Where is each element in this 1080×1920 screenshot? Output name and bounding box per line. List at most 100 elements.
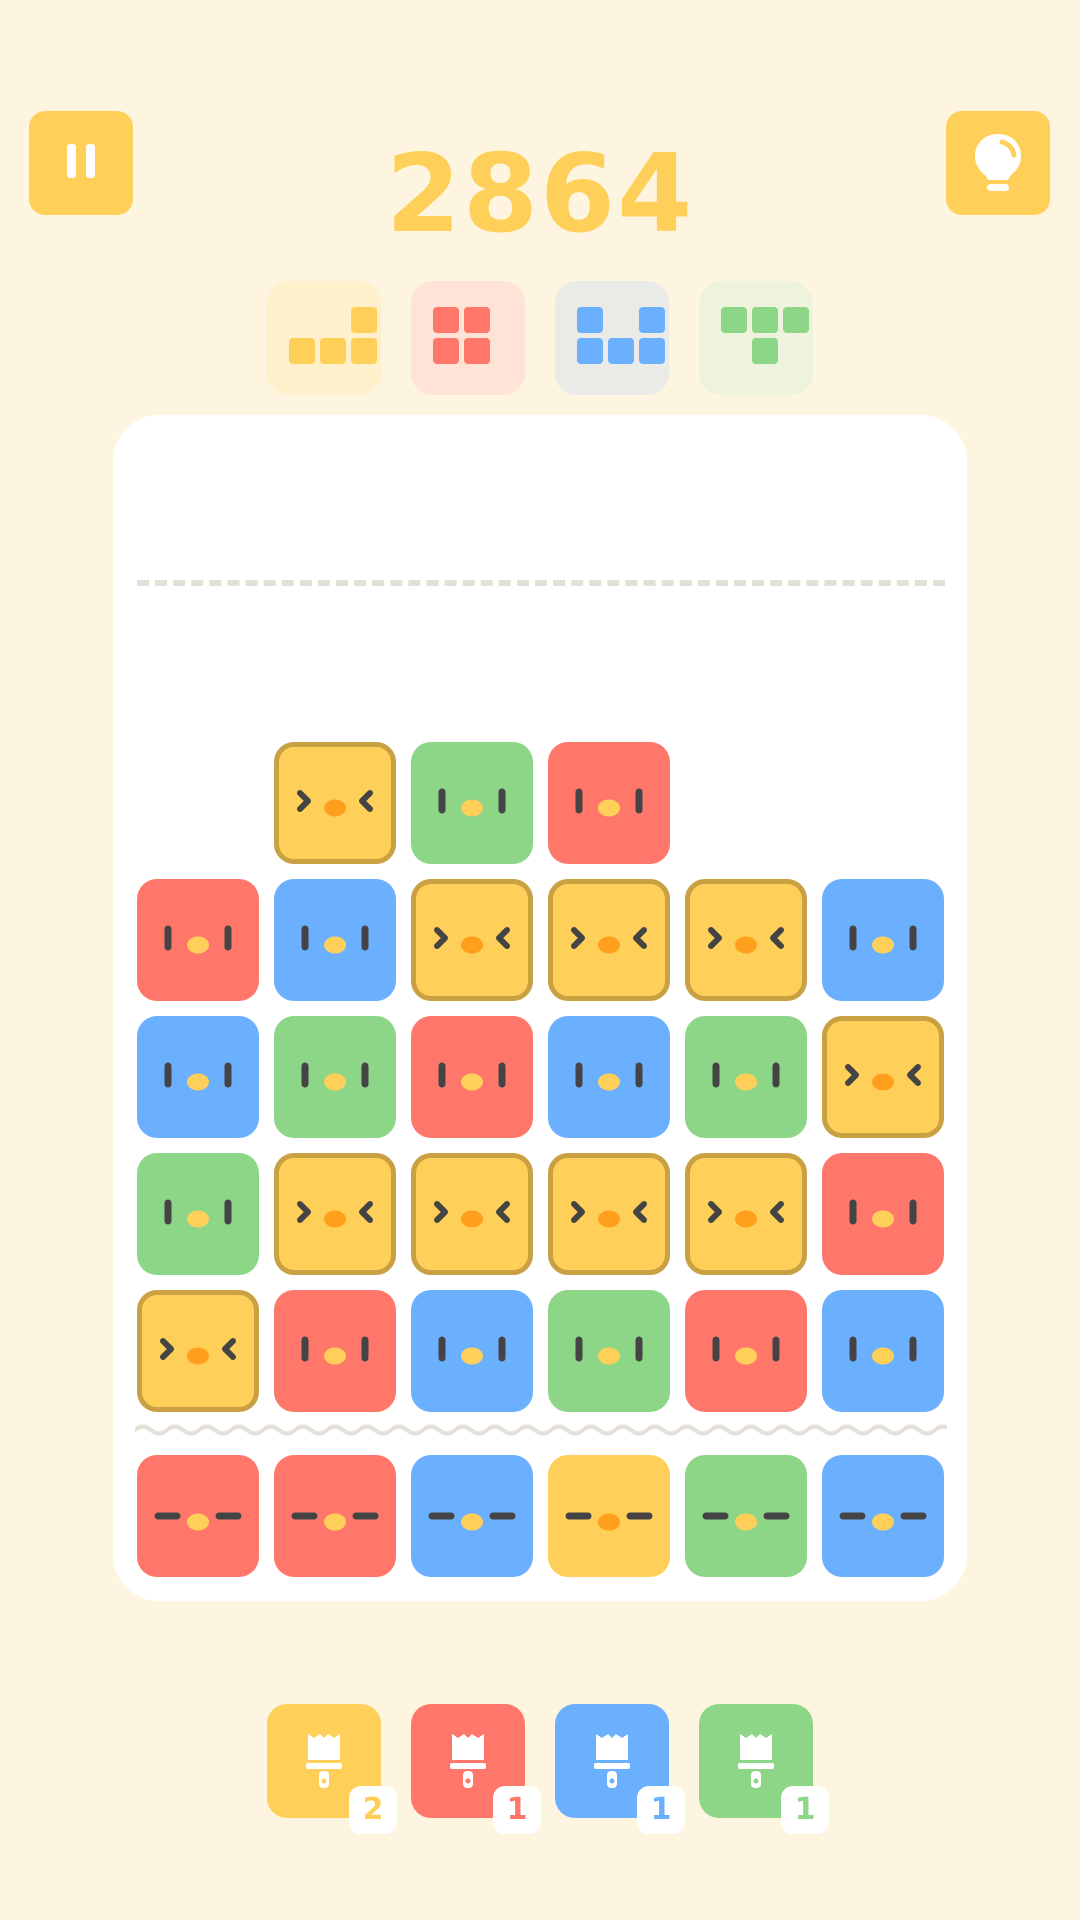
- block-green[interactable]: [274, 1016, 396, 1138]
- goal-piece-cell: [639, 338, 665, 364]
- goal-yellow-piece: [267, 281, 381, 395]
- paintbrush-icon: [450, 1734, 486, 1788]
- happy-face: [845, 1064, 921, 1091]
- block-green[interactable]: [137, 1153, 259, 1275]
- neutral-face: [164, 1062, 232, 1091]
- block-blue[interactable]: [137, 1016, 259, 1138]
- neutral-face: [438, 788, 506, 817]
- happy-face: [571, 1201, 647, 1228]
- brush-count-badge: 1: [781, 1786, 829, 1834]
- goal-piece-cell: [752, 338, 778, 364]
- score: 2864: [385, 132, 695, 257]
- goal-piece-cell: [289, 338, 315, 364]
- goal-piece-cell: [721, 307, 747, 333]
- neutral-face: [849, 1336, 917, 1365]
- goal-blue-piece: [555, 281, 669, 395]
- lightbulb-icon: [975, 134, 1021, 191]
- next-block-yellow: [548, 1455, 670, 1577]
- block-yellow[interactable]: [685, 1153, 807, 1275]
- goal-piece-cell: [433, 307, 459, 333]
- goal-piece-cell: [783, 307, 809, 333]
- neutral-face: [575, 1062, 643, 1091]
- neutral-face: [712, 1336, 780, 1365]
- block-blue[interactable]: [822, 879, 944, 1001]
- neutral-face: [438, 1336, 506, 1365]
- neutral-face: [849, 925, 917, 954]
- goal-piece-cell: [608, 338, 634, 364]
- brush-yellow-button[interactable]: 2: [267, 1704, 397, 1834]
- goal-piece-cell: [464, 338, 490, 364]
- block-blue[interactable]: [274, 879, 396, 1001]
- block-red[interactable]: [411, 1016, 533, 1138]
- block-blue[interactable]: [822, 1290, 944, 1412]
- brush-green-button[interactable]: 1: [699, 1704, 829, 1834]
- neutral-face: [575, 1336, 643, 1365]
- happy-face: [708, 1201, 784, 1228]
- block-green[interactable]: [685, 1016, 807, 1138]
- block-green[interactable]: [411, 742, 533, 864]
- neutral-face: [575, 788, 643, 817]
- happy-face: [297, 1201, 373, 1228]
- goal-red-piece: [411, 281, 525, 395]
- block-red[interactable]: [685, 1290, 807, 1412]
- block-yellow[interactable]: [274, 1153, 396, 1275]
- danger-line: [137, 580, 945, 586]
- goal-piece-cell: [351, 338, 377, 364]
- block-yellow[interactable]: [411, 1153, 533, 1275]
- next-block-green: [685, 1455, 807, 1577]
- happy-face: [160, 1338, 236, 1365]
- paintbrush-icon: [594, 1734, 630, 1788]
- goal-piece-cell: [464, 307, 490, 333]
- goal-piece-cell: [320, 338, 346, 364]
- neutral-face: [301, 1062, 369, 1091]
- goal-piece-cell: [433, 338, 459, 364]
- sleeping-face: [291, 1512, 379, 1531]
- happy-face: [708, 927, 784, 954]
- goal-piece-cell: [351, 307, 377, 333]
- neutral-face: [849, 1199, 917, 1228]
- goal-piece-cell: [577, 338, 603, 364]
- paintbrush-icon: [306, 1734, 342, 1788]
- next-block-blue: [411, 1455, 533, 1577]
- happy-face: [297, 790, 373, 817]
- hint-button[interactable]: [946, 111, 1050, 215]
- block-yellow[interactable]: [274, 742, 396, 864]
- brush-count-badge: 2: [349, 1786, 397, 1834]
- neutral-face: [712, 1062, 780, 1091]
- block-red[interactable]: [137, 879, 259, 1001]
- block-yellow[interactable]: [548, 1153, 670, 1275]
- neutral-face: [438, 1062, 506, 1091]
- block-red[interactable]: [274, 1290, 396, 1412]
- sleeping-face: [565, 1512, 653, 1531]
- paintbrush-icon: [738, 1734, 774, 1788]
- block-blue[interactable]: [548, 1016, 670, 1138]
- row-separator-wave: [135, 1424, 947, 1436]
- sleeping-face: [839, 1512, 927, 1531]
- goal-piece-cell: [752, 307, 778, 333]
- block-yellow[interactable]: [548, 879, 670, 1001]
- neutral-face: [301, 925, 369, 954]
- happy-face: [434, 927, 510, 954]
- neutral-face: [301, 1336, 369, 1365]
- brush-red-button[interactable]: 1: [411, 1704, 541, 1834]
- next-block-red: [274, 1455, 396, 1577]
- brush-count-badge: 1: [637, 1786, 685, 1834]
- sleeping-face: [154, 1512, 242, 1531]
- happy-face: [434, 1201, 510, 1228]
- block-red[interactable]: [548, 742, 670, 864]
- next-block-blue: [822, 1455, 944, 1577]
- brush-blue-button[interactable]: 1: [555, 1704, 685, 1834]
- next-block-red: [137, 1455, 259, 1577]
- neutral-face: [164, 1199, 232, 1228]
- block-yellow[interactable]: [685, 879, 807, 1001]
- block-red[interactable]: [822, 1153, 944, 1275]
- neutral-face: [164, 925, 232, 954]
- goal-piece-cell: [577, 307, 603, 333]
- block-green[interactable]: [548, 1290, 670, 1412]
- sleeping-face: [702, 1512, 790, 1531]
- happy-face: [571, 927, 647, 954]
- block-yellow[interactable]: [822, 1016, 944, 1138]
- block-yellow[interactable]: [137, 1290, 259, 1412]
- block-blue[interactable]: [411, 1290, 533, 1412]
- block-yellow[interactable]: [411, 879, 533, 1001]
